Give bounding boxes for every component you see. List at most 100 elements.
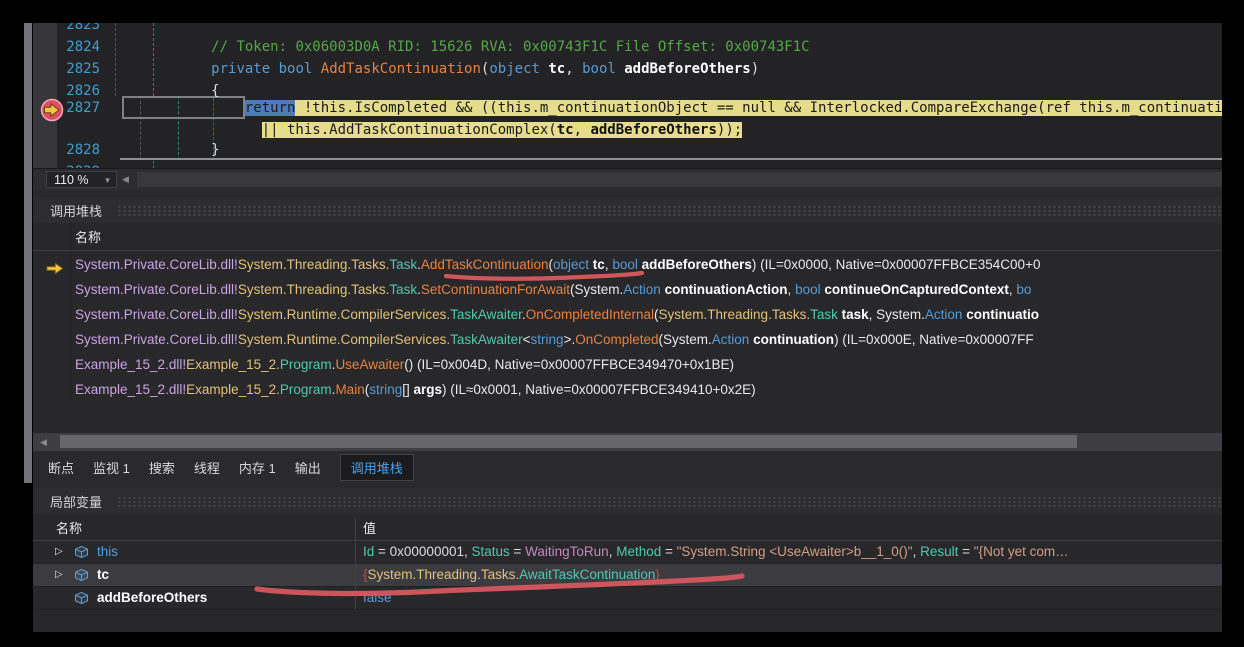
scroll-left-icon[interactable]: ◀: [122, 172, 129, 187]
syntax-segment: Example_15_2.dll!: [75, 357, 186, 372]
value-column-header: 值: [363, 518, 376, 540]
locals-row-tc[interactable]: ▷tc{System.Threading.Tasks.AwaitTaskCont…: [33, 564, 1222, 587]
code-line-2823[interactable]: 2823: [57, 23, 1222, 35]
code-editor[interactable]: 2823 2824 // Token: 0x06003D0A RID: 15626…: [33, 23, 1222, 168]
variable-icon: [73, 591, 90, 608]
syntax-segment: TaskAwaiter: [450, 307, 522, 322]
syntax-segment: private: [211, 61, 270, 77]
debug-tab-7[interactable]: 调用堆栈: [340, 454, 414, 481]
syntax-segment: object: [489, 61, 540, 77]
syntax-segment: System.Runtime.CompilerServices.: [238, 307, 450, 322]
zoom-level-select[interactable]: 110 %: [46, 171, 100, 188]
debug-tab-5[interactable]: 内存 1: [239, 455, 276, 480]
locals-panel: 局部变量 名称 值 ▷thisId = 0x00000001, Status =…: [33, 488, 1222, 632]
breakpoint-current-statement-icon[interactable]: [38, 97, 66, 128]
debug-tab-6[interactable]: 输出: [295, 455, 321, 480]
name-column-header: 名称: [56, 518, 82, 540]
code-line-2827[interactable]: 2827 return !this.IsCompleted && ((this.…: [57, 98, 1222, 118]
variable-name: this: [97, 541, 118, 563]
syntax-segment: System.Private.CoreLib.dll!: [75, 257, 238, 272]
syntax-segment: tc: [548, 61, 565, 77]
frame-text: System.Private.CoreLib.dll!System.Thread…: [75, 257, 1040, 272]
callstack-frame-1[interactable]: System.Private.CoreLib.dll!System.Thread…: [33, 252, 1222, 277]
syntax-segment: UseAwaiter: [335, 357, 404, 372]
syntax-segment: TaskAwaiter: [450, 332, 523, 347]
syntax-segment: tc: [593, 257, 605, 272]
name-column-header: 名称: [75, 226, 101, 250]
callstack-frame-5[interactable]: Example_15_2.dll!Example_15_2.Program.Us…: [33, 352, 1222, 377]
syntax-segment: [616, 61, 624, 77]
syntax-segment: OnCompletedInternal: [526, 307, 654, 322]
syntax-segment: SetContinuationForAwait: [421, 282, 570, 297]
expander-icon[interactable]: ▷: [55, 541, 63, 563]
locals-row-addBeforeOthers[interactable]: addBeforeOthersfalse: [33, 587, 1222, 610]
syntax-segment: Example_15_2.dll!: [75, 382, 186, 397]
debug-tab-2[interactable]: 监视 1: [93, 455, 130, 480]
callstack-column-header[interactable]: 名称: [33, 226, 1222, 251]
code-line-2829[interactable]: 2829: [57, 162, 1222, 168]
variable-icon: [73, 568, 90, 585]
locals-column-header[interactable]: 名称 值: [33, 518, 1222, 541]
syntax-segment: ) (IL≈0x0001, Native=0x00007FFBCE349410+…: [442, 382, 756, 397]
frame-text: System.Private.CoreLib.dll!System.Thread…: [75, 282, 1031, 297]
column-separator[interactable]: [355, 518, 356, 610]
syntax-segment: Action: [623, 282, 661, 297]
callstack-frame-4[interactable]: System.Private.CoreLib.dll!System.Runtim…: [33, 327, 1222, 352]
scrollbar-thumb[interactable]: [60, 435, 1077, 448]
code-line-2824[interactable]: 2824 // Token: 0x06003D0A RID: 15626 RVA…: [57, 37, 1222, 57]
chevron-down-icon: ▾: [105, 175, 110, 185]
syntax-segment: task: [842, 307, 869, 322]
debug-tab-3[interactable]: 搜索: [149, 455, 175, 480]
syntax-segment: continuatio: [966, 307, 1039, 322]
syntax-segment: OnCompleted: [575, 332, 658, 347]
code-line-continuation[interactable]: || this.AddTaskContinuationComplex(tc, a…: [57, 120, 1222, 140]
syntax-segment: System.Private.CoreLib.dll!: [75, 332, 238, 347]
editor-bottom-bar: 110 % ▾ ◀: [33, 168, 1222, 190]
variable-name: addBeforeOthers: [97, 587, 207, 609]
syntax-segment: System.Threading.Tasks.: [659, 307, 811, 322]
syntax-segment: , System.: [869, 307, 925, 322]
syntax-segment: addBeforeOthers: [624, 61, 750, 77]
code-line-2828[interactable]: 2828 }: [57, 140, 1222, 160]
syntax-segment: Action: [712, 332, 750, 347]
syntax-segment: // Token: 0x06003D0A RID: 15626 RVA: 0x0…: [211, 39, 809, 55]
locals-row-this[interactable]: ▷thisId = 0x00000001, Status = WaitingTo…: [33, 541, 1222, 564]
callstack-horizontal-scrollbar[interactable]: ◀: [33, 433, 1222, 451]
panel-title-text: 局部变量: [50, 492, 102, 511]
panel-drag-dots: [117, 205, 1222, 216]
syntax-segment: System.Private.CoreLib.dll!: [75, 282, 238, 297]
debug-tab-4[interactable]: 线程: [194, 455, 220, 480]
syntax-segment: (System.: [570, 282, 623, 297]
syntax-segment: [110, 39, 211, 55]
syntax-segment: >.: [564, 332, 576, 347]
window-left-scrollbar[interactable]: [24, 23, 32, 483]
syntax-segment: Status: [471, 544, 509, 559]
syntax-segment: () (IL=0x004D, Native=0x00007FFBCE349470…: [404, 357, 734, 372]
syntax-segment: continueOnCapturedContext: [824, 282, 1009, 297]
callstack-frame-2[interactable]: System.Private.CoreLib.dll!System.Thread…: [33, 277, 1222, 302]
syntax-segment: AwaitTaskContinuation: [519, 567, 655, 582]
debug-tab-1[interactable]: 断点: [48, 455, 74, 480]
editor-horizontal-scrollbar[interactable]: [137, 172, 1222, 187]
frame-text: Example_15_2.dll!Example_15_2.Program.Ma…: [75, 382, 756, 397]
syntax-segment: []: [402, 382, 413, 397]
syntax-segment: ,: [788, 282, 796, 297]
zoom-dropdown-button[interactable]: ▾: [99, 171, 117, 188]
line-number: 2828: [57, 140, 110, 160]
syntax-segment: [110, 100, 245, 116]
variable-icon: [73, 545, 90, 562]
callstack-frame-3[interactable]: System.Private.CoreLib.dll!System.Runtim…: [33, 302, 1222, 327]
syntax-segment: (System.: [659, 332, 712, 347]
scroll-left-icon[interactable]: ◀: [40, 435, 47, 450]
syntax-segment: =: [958, 544, 973, 559]
syntax-segment: || this.AddTaskContinuationComplex(: [262, 122, 557, 138]
syntax-segment: [110, 61, 211, 77]
expander-icon[interactable]: ▷: [55, 564, 63, 586]
callstack-frame-6[interactable]: Example_15_2.dll!Example_15_2.Program.Ma…: [33, 377, 1222, 402]
syntax-segment: System.Threading.Tasks.: [368, 567, 520, 582]
syntax-segment: Example_15_2.: [186, 382, 280, 397]
breakpoint-gutter[interactable]: [33, 23, 57, 168]
code-line-2825[interactable]: 2825 private bool AddTaskContinuation(ob…: [57, 59, 1222, 79]
debug-tool-tabs: 断点监视 1 搜索线程内存 1 输出调用堆栈: [33, 452, 1222, 482]
line-number: 2825: [57, 59, 110, 79]
